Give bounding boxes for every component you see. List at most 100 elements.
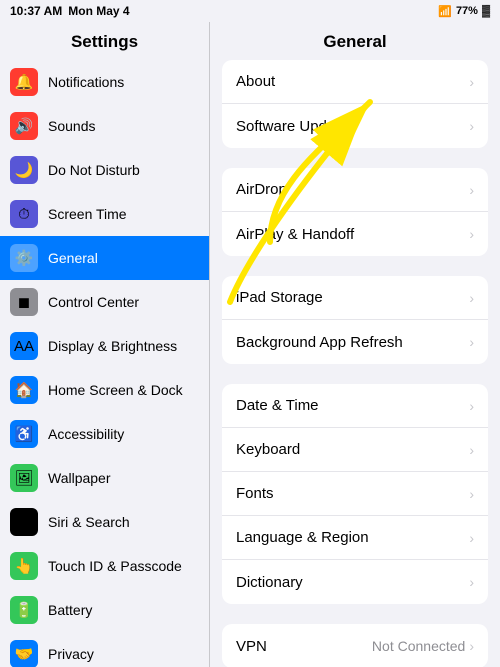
sidebar-item-touch-id-passcode[interactable]: 👆 Touch ID & Passcode (0, 544, 209, 588)
sidebar-item-accessibility[interactable]: ♿ Accessibility (0, 412, 209, 456)
sidebar-item-battery[interactable]: 🔋 Battery (0, 588, 209, 632)
wallpaper-icon: 🖼 (10, 464, 38, 492)
row-right-software-update: › (469, 118, 474, 134)
sidebar-item-wallpaper[interactable]: 🖼 Wallpaper (0, 456, 209, 500)
row-label-fonts: Fonts (236, 485, 274, 502)
notifications-icon: 🔔 (10, 68, 38, 96)
settings-row-airdrop[interactable]: AirDrop › (222, 168, 488, 212)
settings-row-keyboard[interactable]: Keyboard › (222, 428, 488, 472)
status-right-icons: 📶 77% ▓ (438, 5, 490, 18)
settings-row-about[interactable]: About › (222, 60, 488, 104)
sidebar-item-label-home-screen-dock: Home Screen & Dock (48, 382, 183, 398)
sidebar-item-control-center[interactable]: ◼Control Center (0, 280, 209, 324)
row-right-fonts: › (469, 486, 474, 502)
row-label-dictionary: Dictionary (236, 574, 303, 591)
row-value-vpn: Not Connected (372, 638, 465, 654)
sidebar-item-label-notifications: Notifications (48, 74, 124, 90)
sidebar-item-home-screen-dock[interactable]: 🏠 Home Screen & Dock (0, 368, 209, 412)
row-label-vpn: VPN (236, 638, 267, 655)
sidebar-item-label-privacy: Privacy (48, 646, 94, 662)
row-label-airplay-handoff: AirPlay & Handoff (236, 226, 354, 243)
row-label-airdrop: AirDrop (236, 181, 287, 198)
chevron-icon-background-app-refresh: › (469, 334, 474, 350)
row-right-date-time: › (469, 398, 474, 414)
sidebar-item-label-display-brightness: Display & Brightness (48, 338, 177, 354)
sidebar-item-notifications[interactable]: 🔔 Notifications (0, 60, 209, 104)
row-right-about: › (469, 74, 474, 90)
settings-group-group4: Date & Time›Keyboard›Fonts›Language & Re… (222, 384, 488, 604)
settings-row-dictionary[interactable]: Dictionary › (222, 560, 488, 604)
settings-row-language-region[interactable]: Language & Region› (222, 516, 488, 560)
chevron-icon-software-update: › (469, 118, 474, 134)
settings-row-date-time[interactable]: Date & Time› (222, 384, 488, 428)
sidebar-item-label-touch-id-passcode: Touch ID & Passcode (48, 558, 182, 574)
row-label-keyboard: Keyboard (236, 441, 300, 458)
row-right-keyboard: › (469, 442, 474, 458)
sidebar-item-label-battery: Battery (48, 602, 92, 618)
battery-text: 77% (456, 5, 478, 17)
home-screen-dock-icon: 🏠 (10, 376, 38, 404)
row-label-ipad-storage: iPad Storage (236, 289, 323, 306)
sidebar-item-do-not-disturb[interactable]: 🌙 Do Not Disturb (0, 148, 209, 192)
settings-row-ipad-storage[interactable]: iPad Storage › (222, 276, 488, 320)
settings-row-vpn[interactable]: VPN Not Connected› (222, 624, 488, 667)
sidebar-item-label-do-not-disturb: Do Not Disturb (48, 162, 140, 178)
right-panel-groups: About›Software Update›AirDrop›AirPlay & … (210, 60, 500, 667)
settings-row-software-update[interactable]: Software Update › (222, 104, 488, 148)
row-right-background-app-refresh: › (469, 334, 474, 350)
sounds-icon: 🔊 (10, 112, 38, 140)
settings-row-airplay-handoff[interactable]: AirPlay & Handoff › (222, 212, 488, 256)
row-right-ipad-storage: › (469, 290, 474, 306)
chevron-icon-dictionary: › (469, 574, 474, 590)
sidebar-item-label-general: General (48, 250, 98, 266)
sidebar-item-label-wallpaper: Wallpaper (48, 470, 111, 486)
row-label-about: About (236, 73, 275, 90)
chevron-icon-airplay-handoff: › (469, 226, 474, 242)
settings-group-group3: iPad Storage › Background App Refresh › (222, 276, 488, 364)
chevron-icon-language-region: › (469, 530, 474, 546)
touch-id-passcode-icon: 👆 (10, 552, 38, 580)
accessibility-icon: ♿ (10, 420, 38, 448)
main-container: Settings 🔔Notifications🔊Sounds🌙Do Not Di… (0, 22, 500, 667)
row-right-vpn: Not Connected› (372, 638, 474, 654)
sidebar-item-label-sounds: Sounds (48, 118, 95, 134)
wifi-icon: 📶 (438, 5, 452, 18)
row-right-airdrop: › (469, 182, 474, 198)
do-not-disturb-icon: 🌙 (10, 156, 38, 184)
status-bar: 10:37 AM Mon May 4 📶 77% ▓ (0, 0, 500, 22)
sidebar-item-siri-search[interactable]: 🎙 Siri & Search (0, 500, 209, 544)
battery-icon: 🔋 (10, 596, 38, 624)
siri-search-icon: 🎙 (10, 508, 38, 536)
sidebar-item-general[interactable]: ⚙️General (0, 236, 209, 280)
sidebar-item-privacy[interactable]: 🤝 Privacy (0, 632, 209, 667)
battery-icon: ▓ (482, 5, 490, 17)
display-brightness-icon: AA (10, 332, 38, 360)
sidebar-items-list: 🔔 Notifications 🔊 Sounds 🌙 Do Not Disturb ⏱Scr… (0, 60, 209, 667)
chevron-icon-fonts: › (469, 486, 474, 502)
settings-group-group2: AirDrop › AirPlay & Handoff › (222, 168, 488, 256)
sidebar-item-label-screen-time: Screen Time (48, 206, 127, 222)
row-right-dictionary: › (469, 574, 474, 590)
status-time: 10:37 AM (10, 4, 62, 18)
sidebar-item-screen-time[interactable]: ⏱Screen Time (0, 192, 209, 236)
row-label-software-update: Software Update (236, 118, 348, 135)
settings-row-fonts[interactable]: Fonts › (222, 472, 488, 516)
chevron-icon-airdrop: › (469, 182, 474, 198)
sidebar: Settings 🔔Notifications🔊Sounds🌙Do Not Di… (0, 22, 210, 667)
sidebar-item-label-accessibility: Accessibility (48, 426, 124, 442)
settings-group-group1: About › Software Update › (222, 60, 488, 148)
sidebar-item-display-brightness[interactable]: AA Display & Brightness (0, 324, 209, 368)
privacy-icon: 🤝 (10, 640, 38, 667)
chevron-icon-ipad-storage: › (469, 290, 474, 306)
sidebar-item-label-siri-search: Siri & Search (48, 514, 130, 530)
settings-row-background-app-refresh[interactable]: Background App Refresh › (222, 320, 488, 364)
chevron-icon-about: › (469, 74, 474, 90)
control-center-icon: ◼ (10, 288, 38, 316)
sidebar-item-sounds[interactable]: 🔊 Sounds (0, 104, 209, 148)
right-panel: General About›Software Update›AirDrop›Ai… (210, 22, 500, 667)
settings-group-group5: VPN Not Connected› (222, 624, 488, 667)
row-label-background-app-refresh: Background App Refresh (236, 334, 403, 351)
status-day: Mon May 4 (68, 4, 129, 18)
right-panel-title: General (210, 22, 500, 60)
chevron-icon-keyboard: › (469, 442, 474, 458)
